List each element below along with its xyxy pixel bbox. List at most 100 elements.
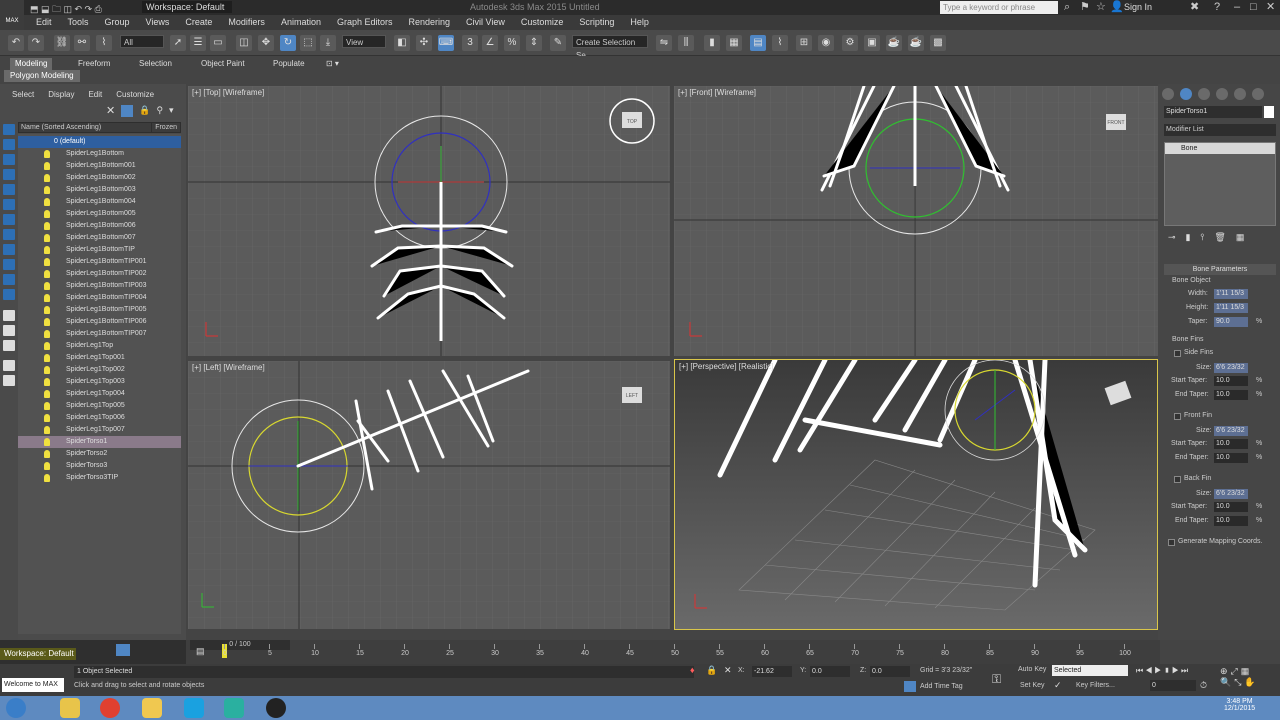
curve-editor-icon[interactable]: ⌇ [772,35,788,51]
selection-lock-icon[interactable]: 🔒 [706,665,717,676]
skype-icon[interactable] [184,698,204,718]
display-all-icon[interactable] [3,310,15,321]
set-key-button[interactable]: Set Key [1020,682,1045,689]
spinner-snap-icon[interactable]: ⇕ [526,35,542,51]
hierarchy-tab-icon[interactable] [1198,88,1210,100]
display-lights-icon[interactable] [3,154,15,165]
menu-customize[interactable]: Customize [521,15,564,30]
percent-snap-icon[interactable]: % [504,35,520,51]
explorer-column-header[interactable]: Name (Sorted Ascending) Frozen [18,122,181,133]
viewport-left[interactable]: [+] [Left] [Wireframe] LEFT [188,361,670,629]
folder-icon[interactable] [142,698,162,718]
lightbulb-icon[interactable] [44,294,50,302]
viewport-perspective-label[interactable]: [+] [Perspective] [Realistic] [679,362,773,371]
render-setup-icon[interactable]: ⚙ [842,35,858,51]
lightbulb-icon[interactable] [44,414,50,422]
toggle-ribbon-icon[interactable]: ▦ [726,35,742,51]
invert-display-icon[interactable] [3,340,15,351]
object-color-swatch[interactable] [1264,106,1274,118]
lightbulb-icon[interactable] [44,258,50,266]
back-end-taper-spinner[interactable]: 10.0 [1214,516,1248,526]
selection-filter-dropdown[interactable]: All [120,35,164,48]
display-tab-icon[interactable] [1234,88,1246,100]
pivot-center-icon[interactable]: ◧ [394,35,410,51]
lightbulb-icon[interactable] [44,330,50,338]
explorer-root-layer[interactable]: 0 (default) [18,136,181,148]
track-bar-toggle-icon[interactable]: ▤ [196,646,205,657]
user-icon[interactable]: 👤 [1110,0,1124,15]
display-frozen-icon[interactable] [3,274,15,285]
side-start-taper-spinner[interactable]: 10.0 [1214,376,1248,386]
auto-key-button[interactable]: Auto Key [1018,666,1046,673]
scene-explorer-icon[interactable]: ▤ [750,35,766,51]
rendered-frame-icon[interactable]: ▣ [864,35,880,51]
schematic-view-icon[interactable]: ⊞ [796,35,812,51]
material-editor-icon[interactable]: ◉ [818,35,834,51]
isolate-icon[interactable]: ♦ [690,665,695,675]
front-fin-checkbox[interactable] [1174,413,1181,420]
explorer-row[interactable]: SpiderLeg1Top005 [18,400,181,412]
lightbulb-icon[interactable] [44,438,50,446]
menu-group[interactable]: Group [105,15,130,30]
explorer-row[interactable]: SpiderLeg1Top003 [18,376,181,388]
display-none-icon[interactable] [3,325,15,336]
lightbulb-icon[interactable] [44,150,50,158]
display-xrefs-icon[interactable] [3,229,15,240]
menu-graph-editors[interactable]: Graph Editors [337,15,393,30]
menu-civil-view[interactable]: Civil View [466,15,505,30]
start-button-icon[interactable] [6,698,26,718]
viewport-left-label[interactable]: [+] [Left] [Wireframe] [192,363,265,372]
x-coord-field[interactable]: -21.62 [752,666,792,677]
move-icon[interactable]: ✥ [258,35,274,51]
menu-create[interactable]: Create [185,15,212,30]
add-time-tag[interactable]: Add Time Tag [920,683,963,690]
menu-modifiers[interactable]: Modifiers [228,15,265,30]
side-fins-checkbox[interactable] [1174,350,1181,357]
rect-selection-icon[interactable]: ▭ [210,35,226,51]
render-icon[interactable]: ☕ [886,35,902,51]
y-coord-field[interactable]: 0.0 [810,666,850,677]
lightbulb-icon[interactable] [44,378,50,386]
workspace-status[interactable]: Workspace: Default [0,648,76,660]
back-fin-checkbox[interactable] [1174,476,1181,483]
explorer-menu-edit[interactable]: Edit [88,90,102,99]
taper-spinner[interactable]: 90.0 [1214,317,1248,327]
redo-icon[interactable]: ↷ [28,35,44,51]
key-mode-dropdown[interactable]: Selected [1052,665,1128,676]
app-icon[interactable] [266,698,286,718]
explorer-row[interactable]: SpiderLeg1Bottom001 [18,160,181,172]
back-start-taper-spinner[interactable]: 10.0 [1214,502,1248,512]
lightbulb-icon[interactable] [44,174,50,182]
explorer-row[interactable]: SpiderLeg1Bottom006 [18,220,181,232]
explorer-row[interactable]: SpiderLeg1BottomTIP [18,244,181,256]
lock-icon[interactable]: 🔒 [139,105,150,116]
display-spacewarps-icon[interactable] [3,199,15,210]
explorer-menu-select[interactable]: Select [12,90,34,99]
explorer-row[interactable]: SpiderLeg1Bottom007 [18,232,181,244]
script-listener-icon[interactable] [116,644,130,656]
unlink-icon[interactable]: ⚯ [74,35,90,51]
exchange-icon[interactable]: ✖ [1190,0,1199,15]
manipulate-icon[interactable]: ✣ [416,35,432,51]
lightbulb-icon[interactable] [44,450,50,458]
explorer-row[interactable]: SpiderTorso2 [18,448,181,460]
object-name-field[interactable]: SpiderTorso1 [1164,106,1262,118]
select-by-name-icon[interactable]: ☰ [190,35,206,51]
width-spinner[interactable]: 1'11 15/3 [1214,289,1248,299]
playback-controls[interactable]: ⏮◀▶▮▶⏭ [1136,666,1190,676]
app-menu-button[interactable]: MAX [0,0,24,30]
height-spinner[interactable]: 1'11 15/3 [1214,303,1248,313]
help-icon[interactable]: ? [1214,0,1220,15]
front-size-spinner[interactable]: 6'6 23/32 [1214,426,1248,436]
display-helpers-icon[interactable] [3,184,15,195]
explorer-menu-display[interactable]: Display [48,90,74,99]
3dsmax-icon[interactable] [224,698,244,718]
key-filter-icon[interactable]: ✓ [1054,680,1062,691]
viewport-top[interactable]: [+] [Top] [Wireframe] TOP [188,86,670,356]
motion-tab-icon[interactable] [1216,88,1228,100]
maximize-icon[interactable]: □ [1250,0,1257,15]
explorer-row[interactable]: SpiderLeg1Top002 [18,364,181,376]
ribbon-tab-selection[interactable]: Selection [139,58,172,70]
reference-coord-dropdown[interactable]: View [342,35,386,48]
bind-spacewarp-icon[interactable]: ⌇ [96,35,112,51]
